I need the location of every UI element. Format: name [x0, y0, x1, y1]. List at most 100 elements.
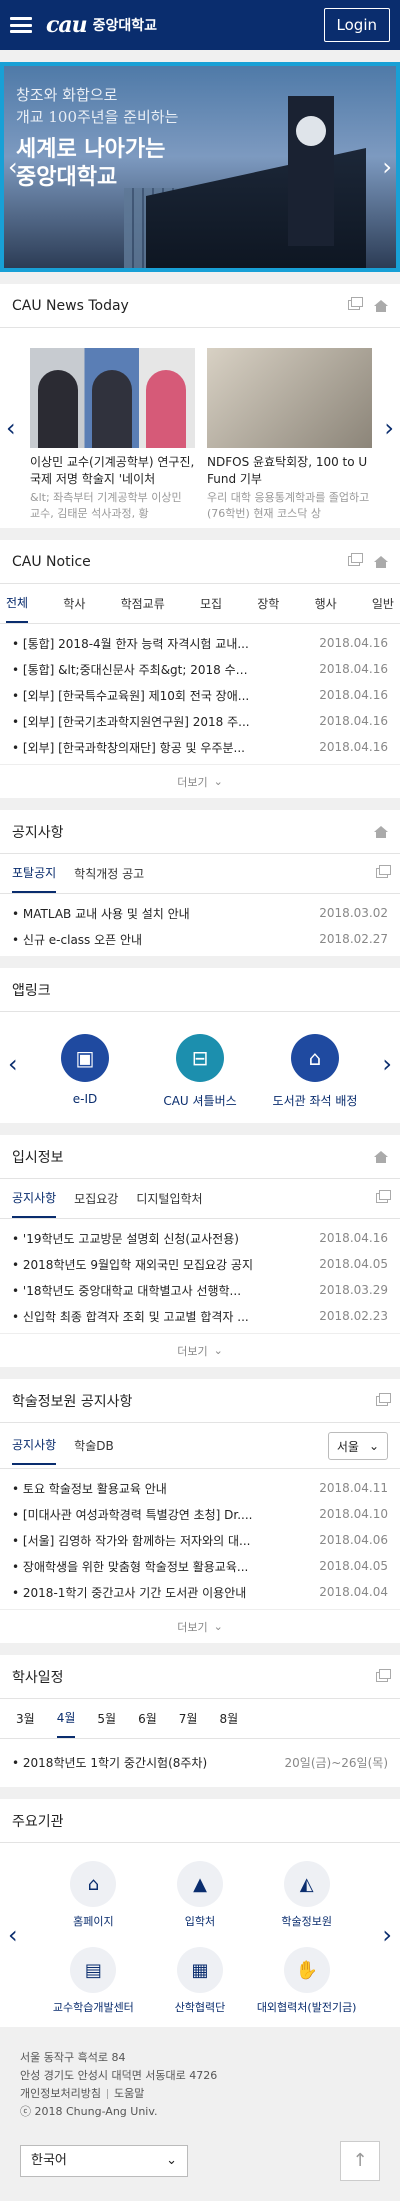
- new-window-icon[interactable]: [348, 552, 363, 566]
- home-icon[interactable]: [374, 555, 388, 568]
- admission-tabs: 공지사항 모집요강 디지털입학처: [0, 1179, 400, 1219]
- tab-academic-db[interactable]: 학술DB: [74, 1427, 114, 1464]
- logo-text: 중앙대학교: [92, 18, 158, 34]
- tab-month-6[interactable]: 6월: [138, 1710, 157, 1727]
- tab-month-8[interactable]: 8월: [219, 1710, 238, 1727]
- cau-logo[interactable]: cau 중앙대학교: [46, 12, 157, 38]
- home-icon[interactable]: [374, 299, 388, 312]
- news-item[interactable]: NDFOS 윤효탁회장, 100 to U Fund 기부 우리 대학 응용통계…: [207, 348, 372, 520]
- more-button[interactable]: 더보기 ⌄: [0, 1609, 400, 1643]
- applink-next-icon[interactable]: ›: [382, 1050, 392, 1078]
- org-industry[interactable]: ▦ 산학협력단: [147, 1947, 254, 2015]
- tab-credit-exchange[interactable]: 학점교류: [121, 585, 165, 622]
- list-item[interactable]: [외부] [한국과학창의재단] 항공 및 우주분... 2018.04.16: [12, 734, 388, 760]
- tab-month-7[interactable]: 7월: [179, 1710, 198, 1727]
- banner-next-icon[interactable]: ›: [382, 153, 392, 181]
- new-window-icon[interactable]: [376, 865, 391, 878]
- orgs-prev-icon[interactable]: ‹: [8, 1921, 18, 1949]
- item-title: [미대사관 여성과학경력 특별강연 초청] Dr....: [12, 1506, 253, 1523]
- banner-prev-icon[interactable]: ‹: [8, 153, 18, 181]
- item-date: 2018.04.16: [319, 1231, 388, 1245]
- login-button[interactable]: Login: [323, 8, 390, 42]
- tab-month-4[interactable]: 4월: [56, 1699, 76, 1738]
- notice-tabs: 전체 학사 학점교류 모집 장학 행사 일반: [0, 584, 400, 624]
- tab-general[interactable]: 일반: [372, 585, 394, 622]
- orgs-next-icon[interactable]: ›: [382, 1921, 392, 1949]
- list-item[interactable]: MATLAB 교내 사용 및 설치 안내 2018.03.02: [12, 900, 388, 926]
- org-library[interactable]: ◭ 학술정보원: [253, 1861, 360, 1929]
- hamburger-menu-icon[interactable]: [10, 17, 32, 33]
- home-icon[interactable]: [374, 825, 388, 838]
- tab-month-3[interactable]: 3월: [16, 1710, 35, 1727]
- app-shuttle-bus[interactable]: ⊟ CAU 셔틀버스: [155, 1034, 245, 1109]
- tab-academic[interactable]: 학사: [63, 585, 85, 622]
- list-item[interactable]: [통합] &lt;중대신문사 주최&gt; 2018 수필 ... 2018.04…: [12, 656, 388, 682]
- help-link[interactable]: 도움말: [114, 2087, 144, 2100]
- orgs-card: 주요기관 ‹ ⌂ 홈페이지 ▲ 입학처 ◭ 학술정보원 ▤ 교수학습개발센터 ▦…: [0, 1799, 400, 2027]
- list-item[interactable]: [미대사관 여성과학경력 특별강연 초청] Dr.... 2018.04.10: [12, 1501, 388, 1527]
- privacy-link[interactable]: 개인정보처리방침: [20, 2087, 101, 2100]
- tab-notice[interactable]: 공지사항: [12, 1179, 57, 1218]
- list-item[interactable]: '18학년도 중앙대학교 대학별고사 선행학... 2018.03.29: [12, 1277, 388, 1303]
- list-item[interactable]: [외부] [한국특수교육원] 제10회 전국 장애... 2018.04.16: [12, 682, 388, 708]
- item-title: [외부] [한국특수교육원] 제10회 전국 장애...: [12, 687, 249, 704]
- logo-mark: cau: [46, 12, 88, 38]
- list-item[interactable]: 2018학년도 9월입학 재외국민 모집요강 공지 2018.04.05: [12, 1251, 388, 1277]
- org-external-affairs[interactable]: ✋ 대외협력처(발전기금): [253, 1947, 360, 2015]
- tab-month-5[interactable]: 5월: [97, 1710, 116, 1727]
- list-item[interactable]: 신입학 최종 합격자 조회 및 고교별 합격자 ... 2018.02.23: [12, 1303, 388, 1329]
- admission-list: '19학년도 고교방문 설명회 신청(교사전용) 2018.04.16 2018학…: [0, 1219, 400, 1333]
- copyright: ⓒ 2018 Chung-Ang Univ.: [20, 2105, 158, 2118]
- tab-regulation[interactable]: 학칙개정 공고: [74, 855, 144, 892]
- more-label: 더보기: [177, 1344, 208, 1358]
- main-banner[interactable]: 창조와 화합으로 개교 100주년을 준비하는 세계로 나아가는 중앙대학교 ‹…: [0, 62, 400, 272]
- new-window-icon[interactable]: [376, 1668, 391, 1682]
- news-item[interactable]: 이상민 교수(기계공학부) 연구진, 국제 저명 학술지 '네이처 &lt; 좌…: [30, 348, 195, 520]
- list-item[interactable]: 2018학년도 1학기 중간시험(8주차) 20일(금)~26일(목): [12, 1749, 388, 1775]
- list-item[interactable]: 장애학생을 위한 맞춤형 학술정보 활용교육... 2018.04.05: [12, 1553, 388, 1579]
- banner-line4: 중앙대학교: [16, 165, 118, 190]
- schedule-list: 2018학년도 1학기 중간시험(8주차) 20일(금)~26일(목): [0, 1739, 400, 1787]
- new-window-icon[interactable]: [376, 1392, 391, 1406]
- more-button[interactable]: 더보기 ⌄: [0, 1333, 400, 1367]
- tab-digital-admission[interactable]: 디지털입학처: [136, 1180, 202, 1217]
- org-teaching-center[interactable]: ▤ 교수학습개발센터: [40, 1947, 147, 2015]
- item-title: 장애학생을 위한 맞춤형 학술정보 활용교육...: [12, 1558, 248, 1575]
- campus-select[interactable]: 서울 ⌄: [327, 1432, 388, 1460]
- list-item[interactable]: [서울] 김영하 작가와 함께하는 저자와의 대... 2018.04.06: [12, 1527, 388, 1553]
- org-admission[interactable]: ▲ 입학처: [147, 1861, 254, 1929]
- tab-all[interactable]: 전체: [6, 584, 29, 623]
- scroll-top-button[interactable]: ↑: [340, 2141, 380, 2181]
- list-item[interactable]: [외부] [한국기초과학지원연구원] 2018 주... 2018.04.16: [12, 708, 388, 734]
- app-eid[interactable]: ▣ e-ID: [40, 1034, 130, 1109]
- org-label: 산학협력단: [174, 2001, 226, 2014]
- tab-event[interactable]: 행사: [315, 585, 337, 622]
- applink-prev-icon[interactable]: ‹: [8, 1050, 18, 1078]
- item-title: [외부] [한국기초과학지원연구원] 2018 주...: [12, 713, 250, 730]
- list-item[interactable]: '19학년도 고교방문 설명회 신청(교사전용) 2018.04.16: [12, 1225, 388, 1251]
- tab-recruit[interactable]: 모집: [200, 585, 222, 622]
- org-label: 학술정보원: [281, 1915, 332, 1928]
- address-seoul: 서울 동작구 흑석로 84: [20, 2051, 126, 2064]
- month-tabs: 3월 4월 5월 6월 7월 8월: [0, 1699, 400, 1739]
- list-item[interactable]: [통합] 2018-4월 한자 능력 자격시험 교내... 2018.04.16: [12, 630, 388, 656]
- tab-portal-notice[interactable]: 포탈공지: [12, 854, 57, 893]
- list-item[interactable]: 2018-1학기 중간고사 기간 도서관 이용안내 2018.04.04: [12, 1579, 388, 1605]
- news-prev-icon[interactable]: ‹: [6, 414, 16, 442]
- app-library-seat[interactable]: ⌂ 도서관 좌석 배정: [270, 1034, 360, 1109]
- language-select[interactable]: 한국어 ⌄: [20, 2145, 188, 2177]
- tab-scholarship[interactable]: 장학: [257, 585, 279, 622]
- list-item[interactable]: 토요 학술정보 활용교육 안내 2018.04.11: [12, 1475, 388, 1501]
- item-date: 2018.04.10: [319, 1507, 388, 1521]
- item-title: [통합] &lt;중대신문사 주최&gt; 2018 수필 ...: [12, 661, 257, 678]
- notice-head: CAU Notice: [0, 540, 400, 584]
- home-icon[interactable]: [374, 1150, 388, 1163]
- org-homepage[interactable]: ⌂ 홈페이지: [40, 1861, 147, 1929]
- new-window-icon[interactable]: [376, 1190, 391, 1203]
- news-next-icon[interactable]: ›: [384, 414, 394, 442]
- list-item[interactable]: 신규 e-class 오픈 안내 2018.02.27: [12, 926, 388, 952]
- tab-guidelines[interactable]: 모집요강: [74, 1180, 118, 1217]
- new-window-icon[interactable]: [348, 296, 363, 310]
- tab-notice[interactable]: 공지사항: [12, 1426, 57, 1465]
- more-button[interactable]: 더보기 ⌄: [0, 764, 400, 798]
